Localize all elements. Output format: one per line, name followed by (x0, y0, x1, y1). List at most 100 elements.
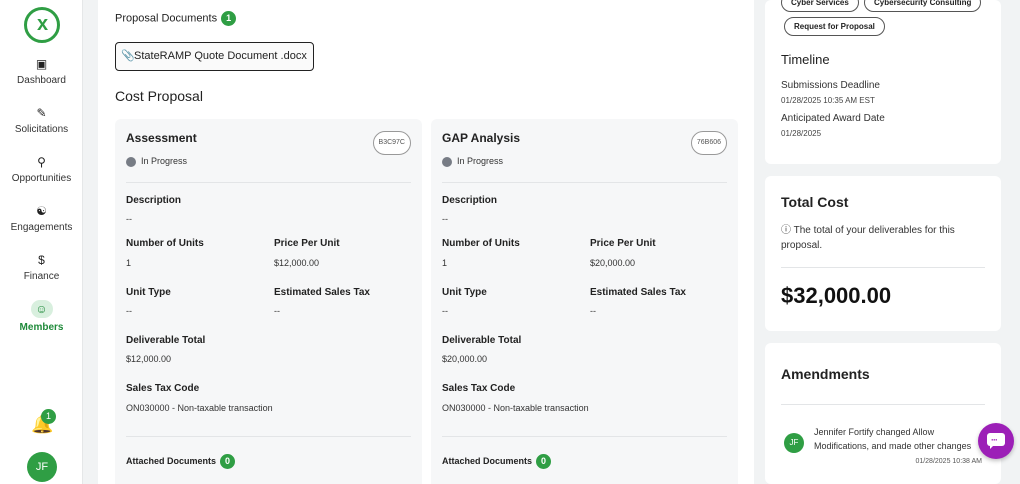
sidebar-item-label: Engagements (10, 222, 73, 233)
status-badge: In Progress (126, 156, 187, 167)
paperclip-icon: 📎 (121, 50, 135, 62)
proposal-documents-heading: Proposal Documents 1 (115, 11, 237, 26)
sidebar-item-label: Members (19, 322, 64, 333)
dollar-icon: $ (38, 253, 45, 267)
divider (442, 436, 727, 437)
avatar[interactable]: JF (27, 452, 57, 482)
price-value: $20,000.00 (590, 258, 636, 268)
proposal-documents-label: Proposal Documents (115, 12, 218, 25)
attached-documents-label: Attached Documents (126, 455, 217, 466)
timeline-card: Cyber Services Cybersecurity Consulting … (765, 0, 1001, 164)
status-badge: In Progress (442, 156, 503, 167)
total-cost-title: Total Cost (781, 194, 849, 210)
description-label: Description (126, 195, 182, 206)
tag-request-for-proposal[interactable]: Request for Proposal (784, 17, 885, 36)
deliverable-card-assessment: Assessment B3C97C In Progress Descriptio… (115, 119, 422, 484)
sidebar-item-solicitations[interactable]: ✎ Solicitations (0, 106, 83, 135)
divider (781, 267, 985, 268)
sidebar-item-label: Dashboard (17, 75, 66, 86)
unit-type-label: Unit Type (442, 287, 487, 298)
app-logo[interactable]: x (24, 7, 60, 43)
units-label: Number of Units (126, 238, 204, 249)
notification-badge: 1 (41, 409, 56, 424)
deliverable-total-value: $12,000.00 (126, 354, 172, 364)
sidebar-item-engagements[interactable]: ☯ Engagements (0, 204, 83, 233)
document-attachment-button[interactable]: 📎 StateRAMP Quote Document .docx (115, 42, 314, 71)
deliverable-total-label: Deliverable Total (126, 335, 206, 346)
submission-deadline-label: Submissions Deadline (781, 80, 880, 91)
timeline-title: Timeline (781, 52, 830, 67)
description-label: Description (442, 195, 498, 206)
attached-documents[interactable]: Attached Documents 0 (126, 454, 236, 469)
deliverable-total-label: Deliverable Total (442, 335, 522, 346)
deliverable-id-badge: 76B606 (690, 131, 727, 155)
units-value: 1 (442, 258, 448, 268)
description-value: -- (126, 214, 132, 224)
deliverable-title: GAP Analysis (442, 131, 521, 145)
sidebar-item-label: Finance (23, 271, 60, 282)
sidebar-item-label: Opportunities (11, 173, 72, 184)
deliverable-title: Assessment (126, 131, 197, 145)
attached-documents-count: 0 (220, 454, 236, 469)
avatar: JF (784, 433, 804, 453)
amendment-timestamp: 01/28/2025 10:38 AM (915, 458, 982, 465)
amendment-text: Jennifer Fortify changed Allow Modificat… (814, 427, 972, 451)
proposal-documents-count: 1 (221, 11, 237, 26)
amendments-title: Amendments (781, 366, 870, 382)
handshake-icon: ☯ (36, 204, 47, 218)
price-label: Price Per Unit (590, 238, 656, 249)
divider (442, 182, 727, 183)
status-text: In Progress (457, 156, 504, 166)
sidebar-item-label: Solicitations (14, 124, 69, 135)
sidebar: x ▣ Dashboard ✎ Solicitations ⚲ Opportun… (0, 0, 83, 484)
status-dot-icon (442, 156, 452, 167)
tax-code-label: Sales Tax Code (442, 383, 516, 394)
price-label: Price Per Unit (274, 238, 340, 249)
amendments-card: Amendments JF Jennifer Fortify changed A… (765, 343, 1001, 484)
solicitations-icon: ✎ (36, 106, 47, 120)
tax-code-value: ON030000 - Non-taxable transaction (442, 403, 589, 413)
unit-type-label: Unit Type (126, 287, 171, 298)
attached-documents-label: Attached Documents (442, 455, 533, 466)
attached-documents[interactable]: Attached Documents 0 (442, 454, 552, 469)
tag-cyber-services[interactable]: Cyber Services (781, 0, 859, 12)
divider (126, 182, 411, 183)
price-value: $12,000.00 (274, 258, 320, 268)
divider (781, 404, 985, 405)
divider (126, 436, 411, 437)
dashboard-icon: ▣ (35, 57, 48, 71)
units-value: 1 (126, 258, 132, 268)
info-icon: ⓘ (781, 225, 791, 236)
sidebar-item-finance[interactable]: $ Finance (0, 253, 83, 282)
tag-cybersecurity-consulting[interactable]: Cybersecurity Consulting (864, 0, 982, 12)
search-icon: ⚲ (37, 155, 46, 169)
sidebar-item-opportunities[interactable]: ⚲ Opportunities (0, 155, 83, 184)
submission-deadline-value: 01/28/2025 10:35 AM EST (781, 96, 875, 105)
deliverable-id-badge: B3C97C (372, 131, 411, 155)
deliverable-card-gap-analysis: GAP Analysis 76B606 In Progress Descript… (431, 119, 738, 484)
sidebar-item-dashboard[interactable]: ▣ Dashboard (0, 57, 83, 86)
chat-button[interactable]: ··· (978, 423, 1014, 459)
units-label: Number of Units (442, 238, 520, 249)
award-date-label: Anticipated Award Date (781, 113, 885, 124)
estimated-tax-label: Estimated Sales Tax (590, 287, 686, 298)
total-cost-description-text: The total of your deliverables for this … (781, 225, 955, 251)
status-dot-icon (126, 156, 136, 167)
members-icon: ☺ (30, 300, 53, 318)
tax-code-label: Sales Tax Code (126, 383, 200, 394)
award-date-value: 01/28/2025 (781, 129, 822, 138)
logo-mark: x (37, 13, 49, 35)
total-cost-value: $32,000.00 (781, 283, 892, 308)
total-cost-description: ⓘ The total of your deliverables for thi… (781, 223, 987, 253)
estimated-tax-value: -- (590, 306, 596, 316)
unit-type-value: -- (442, 306, 448, 316)
estimated-tax-label: Estimated Sales Tax (274, 287, 370, 298)
deliverable-total-value: $20,000.00 (442, 354, 488, 364)
description-value: -- (442, 214, 448, 224)
chat-dots-icon: ··· (991, 435, 998, 445)
sidebar-item-members[interactable]: ☺ Members (0, 300, 83, 333)
attached-documents-count: 0 (536, 454, 552, 469)
main-panel: Proposal Documents 1 📎 StateRAMP Quote Do… (98, 0, 754, 484)
unit-type-value: -- (126, 306, 132, 316)
estimated-tax-value: -- (274, 306, 280, 316)
